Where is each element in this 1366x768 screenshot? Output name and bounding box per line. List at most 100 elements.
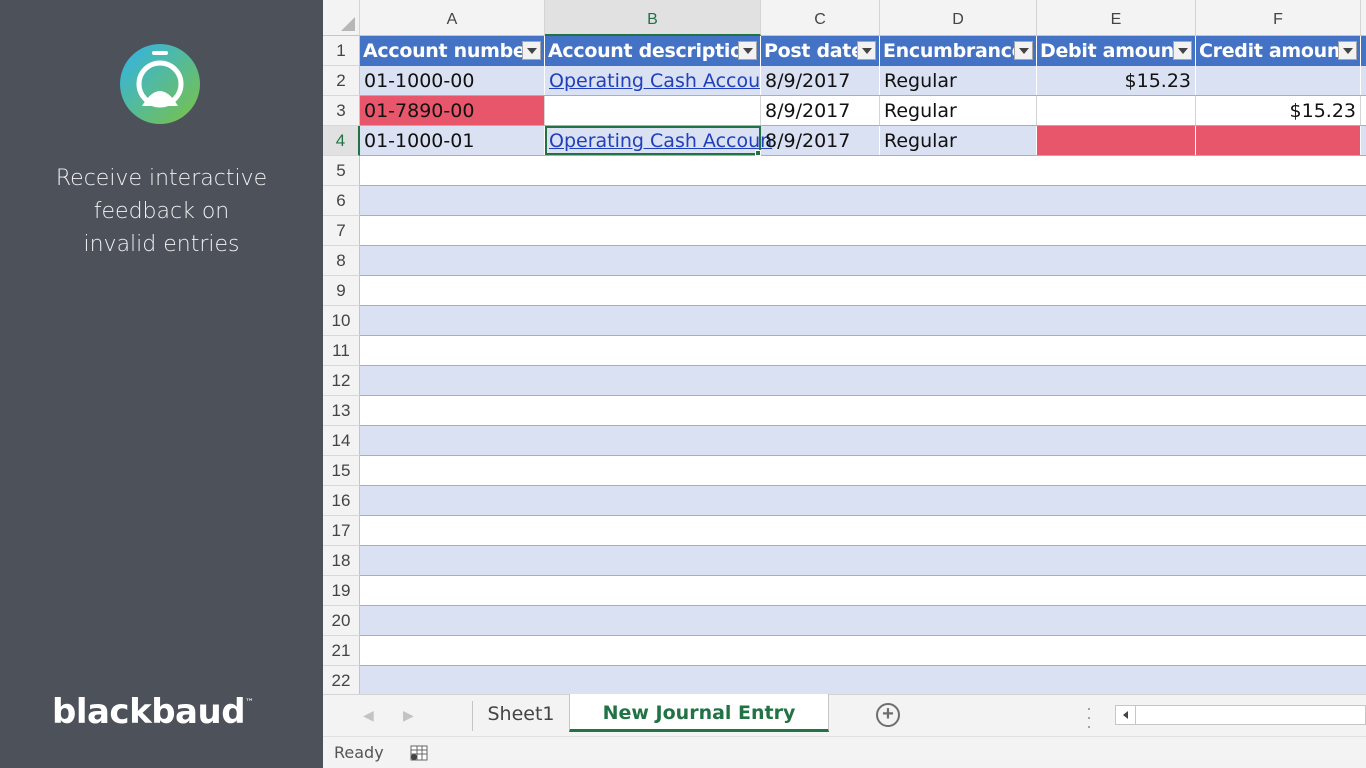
column-header-d[interactable]: D: [880, 0, 1037, 36]
row-header[interactable]: 13: [323, 396, 360, 426]
table-row[interactable]: [360, 606, 1366, 636]
table-row: 01-1000-00 Operating Cash Accoun 8/9/201…: [360, 66, 1366, 96]
tab-new-journal-entry-batch[interactable]: New Journal Entry Batch: [569, 694, 829, 762]
cell-credit-amount[interactable]: [1196, 66, 1361, 95]
row-header[interactable]: 16: [323, 486, 360, 516]
cell-debit-amount-invalid[interactable]: [1037, 126, 1196, 155]
table-row[interactable]: [360, 576, 1366, 606]
table-header-cell[interactable]: Credit amount: [1196, 36, 1361, 66]
scroll-left-icon[interactable]: [1116, 706, 1136, 724]
column-header-next[interactable]: [1361, 0, 1366, 36]
tagline-line: feedback on: [93, 199, 230, 224]
table-row[interactable]: [360, 426, 1366, 456]
column-header-c[interactable]: C: [761, 0, 880, 36]
cell-debit-amount[interactable]: [1037, 96, 1196, 125]
table-row[interactable]: [360, 516, 1366, 546]
macro-record-icon[interactable]: [410, 745, 428, 761]
table-row[interactable]: [360, 186, 1366, 216]
table-row[interactable]: [360, 306, 1366, 336]
cell-account-number[interactable]: 01-1000-00: [360, 66, 545, 95]
table-header-cell[interactable]: Encumbrance: [880, 36, 1037, 66]
row-header[interactable]: 6: [323, 186, 360, 216]
table-row[interactable]: [360, 396, 1366, 426]
table-row[interactable]: [360, 276, 1366, 306]
table-row[interactable]: [360, 636, 1366, 666]
cell-debit-amount[interactable]: $15.23: [1037, 66, 1196, 95]
row-header[interactable]: 17: [323, 516, 360, 546]
cell-account-description-link[interactable]: Operating Cash Accoun: [545, 66, 761, 95]
row-header[interactable]: 5: [323, 156, 360, 186]
table-row[interactable]: [360, 546, 1366, 576]
header-label: Account description: [548, 40, 757, 62]
table-header-cell[interactable]: Account description: [545, 36, 761, 66]
row-header[interactable]: 18: [323, 546, 360, 576]
table-header-cell[interactable]: Debit amount: [1037, 36, 1196, 66]
row-header[interactable]: 2: [323, 66, 360, 96]
brand-logo: blackbaud™: [52, 692, 254, 732]
scroll-tabs-left-icon[interactable]: ◀: [363, 707, 374, 724]
cell-account-description[interactable]: [545, 96, 761, 125]
cell-account-number[interactable]: 01-1000-01: [360, 126, 545, 155]
table-row[interactable]: [360, 366, 1366, 396]
cell-account-description-active[interactable]: Operating Cash Accoun: [545, 126, 772, 156]
row-header[interactable]: 10: [323, 306, 360, 336]
header-label: Encumbrance: [883, 40, 1025, 62]
table-row[interactable]: [360, 336, 1366, 366]
cell-credit-amount-invalid[interactable]: [1196, 126, 1361, 155]
row-header[interactable]: 9: [323, 276, 360, 306]
header-label: Credit amount: [1199, 40, 1349, 62]
table-row[interactable]: [360, 486, 1366, 516]
cell-credit-amount[interactable]: $15.23: [1196, 96, 1361, 125]
row-header[interactable]: 19: [323, 576, 360, 606]
column-header-f[interactable]: F: [1196, 0, 1361, 36]
sheet-tab-bar: ◀ ▶ Sheet1 New Journal Entry Batch + ···: [323, 694, 1366, 762]
horizontal-scrollbar[interactable]: [1115, 705, 1366, 725]
spreadsheet-grid[interactable]: A B C D E F 1 2 3 4 5 6 7 8 9 10 11 12 1…: [323, 0, 1366, 694]
select-all-button[interactable]: [323, 0, 360, 36]
filter-dropdown-icon[interactable]: [1173, 41, 1192, 60]
tagline-line: Receive interactive: [55, 166, 268, 191]
cell-post-date[interactable]: 8/9/2017: [761, 96, 880, 125]
cell-encumbrance[interactable]: Regular: [880, 66, 1037, 95]
table-row[interactable]: [360, 156, 1366, 186]
table-header-row: Account number Account description Post …: [360, 36, 1366, 66]
filter-dropdown-icon[interactable]: [738, 41, 757, 60]
row-header[interactable]: 14: [323, 426, 360, 456]
table-row[interactable]: [360, 216, 1366, 246]
left-panel: Receive interactive feedback on invalid …: [0, 0, 323, 768]
filter-dropdown-icon[interactable]: [522, 41, 541, 60]
row-header[interactable]: 20: [323, 606, 360, 636]
cell-account-number-invalid[interactable]: 01-7890-00: [360, 96, 545, 125]
row-header[interactable]: 4: [323, 126, 360, 156]
row-header[interactable]: 7: [323, 216, 360, 246]
row-header[interactable]: 3: [323, 96, 360, 126]
table-row: 01-7890-00 8/9/2017 Regular $15.23: [360, 96, 1366, 126]
cell-post-date[interactable]: 8/9/2017: [761, 66, 880, 95]
table-header-cell[interactable]: Post date: [761, 36, 880, 66]
tab-split-handle-icon[interactable]: · · ·: [1086, 699, 1092, 735]
cell-encumbrance[interactable]: Regular: [880, 126, 1037, 155]
add-sheet-icon[interactable]: +: [876, 703, 900, 727]
column-header-b[interactable]: B: [545, 0, 761, 36]
row-header[interactable]: 15: [323, 456, 360, 486]
scroll-tabs-right-icon[interactable]: ▶: [403, 707, 414, 724]
column-header-a[interactable]: A: [360, 0, 545, 36]
cell-encumbrance[interactable]: Regular: [880, 96, 1037, 125]
table-header-cell[interactable]: Account number: [360, 36, 545, 66]
table-row[interactable]: [360, 666, 1366, 694]
row-header[interactable]: 12: [323, 366, 360, 396]
column-header-e[interactable]: E: [1037, 0, 1196, 36]
row-header[interactable]: 11: [323, 336, 360, 366]
row-header[interactable]: 8: [323, 246, 360, 276]
header-label: Account number: [363, 40, 535, 62]
row-header[interactable]: 21: [323, 636, 360, 666]
row-header[interactable]: 1: [323, 36, 360, 66]
cell-post-date[interactable]: 8/9/2017: [761, 126, 880, 155]
filter-dropdown-icon[interactable]: [1014, 41, 1033, 60]
table-row[interactable]: [360, 456, 1366, 486]
row-header[interactable]: 22: [323, 666, 360, 694]
filter-dropdown-icon[interactable]: [1338, 41, 1357, 60]
table-row[interactable]: [360, 246, 1366, 276]
filter-dropdown-icon[interactable]: [857, 41, 876, 60]
tab-sheet1[interactable]: Sheet1: [473, 695, 569, 731]
